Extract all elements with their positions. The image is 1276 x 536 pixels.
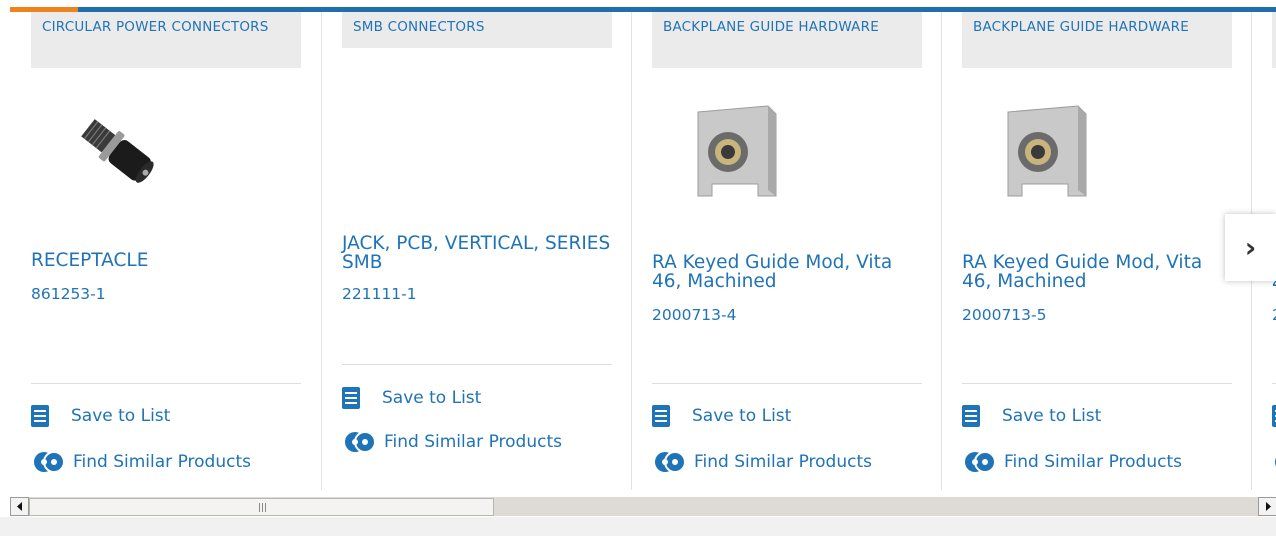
separator xyxy=(31,383,301,384)
product-name[interactable]: JACK, PCB, VERTICAL, SERIES SMB xyxy=(342,234,612,272)
category-label[interactable]: SMB CONNECTORS xyxy=(342,12,612,48)
chevron-right-icon: › xyxy=(1244,231,1257,264)
scroll-right-button[interactable] xyxy=(1258,497,1276,516)
save-to-list-label: Save to List xyxy=(382,388,482,408)
checklist-icon xyxy=(652,405,670,427)
separator xyxy=(342,364,612,365)
find-similar-label: Find Similar Products xyxy=(694,452,872,472)
find-similar-button[interactable]: Find Similar Products xyxy=(31,450,251,474)
find-similar-label: Find Similar Products xyxy=(384,432,562,452)
save-to-list-label: Save to List xyxy=(692,406,792,426)
guide-module-image[interactable] xyxy=(962,100,1232,220)
separator xyxy=(962,383,1232,384)
save-to-list-button[interactable]: Save to List xyxy=(342,386,481,410)
find-similar-label: Find Similar Products xyxy=(73,452,251,472)
product-card: BACKPLANE GUIDE HARDWARE RA Keyed Guide … xyxy=(631,12,942,490)
save-to-list-label: Save to List xyxy=(1002,406,1102,426)
part-number[interactable]: 2000713-5 xyxy=(962,306,1047,324)
guide-module-image[interactable] xyxy=(652,100,922,220)
arrow-right-icon xyxy=(1265,502,1271,511)
checklist-icon xyxy=(1272,405,1276,427)
find-similar-icon xyxy=(345,431,376,453)
grip-icon xyxy=(259,503,266,512)
footer-band xyxy=(0,517,1276,536)
find-similar-icon xyxy=(965,451,996,473)
checklist-icon xyxy=(342,387,360,409)
arrow-left-icon xyxy=(16,502,22,511)
checklist-icon xyxy=(962,405,980,427)
horizontal-scrollbar[interactable] xyxy=(10,497,1276,516)
product-card: CIRCULAR POWER CONNECTORS RECEPTACLE 861… xyxy=(10,12,322,490)
find-similar-icon xyxy=(34,451,65,473)
save-to-list-button[interactable]: Save to List xyxy=(652,404,791,428)
product-name[interactable]: RA Keyed Guide Mod, Vita 46, Machined xyxy=(652,253,922,291)
category-label[interactable]: BACKPLANE GUIDE HARDWARE xyxy=(652,12,922,68)
find-similar-label: Find Similar Products xyxy=(1004,452,1182,472)
category-label[interactable]: CIRCULAR POWER CONNECTORS xyxy=(31,12,301,68)
save-to-list-button[interactable]: Save to List xyxy=(31,404,170,428)
find-similar-icon xyxy=(655,451,686,473)
part-number[interactable]: 221111-1 xyxy=(342,285,417,303)
product-carousel: CIRCULAR POWER CONNECTORS RECEPTACLE 861… xyxy=(10,12,1276,492)
find-similar-icon xyxy=(1275,457,1276,467)
product-card: BACKPLANE GUIDE HARDWARE RA Keyed Guide … xyxy=(941,12,1252,490)
scroll-left-button[interactable] xyxy=(10,497,29,516)
product-name[interactable]: RA Keyed Guide Mod, Vita 46, Machined xyxy=(962,253,1232,291)
category-label[interactable]: BACKPLANE GUIDE HARDWARE xyxy=(962,12,1232,68)
scroll-thumb[interactable] xyxy=(29,498,494,516)
circular-connector-image[interactable] xyxy=(31,87,301,207)
separator xyxy=(652,383,922,384)
part-number[interactable]: 2000713-4 xyxy=(652,306,737,324)
find-similar-button[interactable] xyxy=(1272,450,1276,474)
save-to-list-label: Save to List xyxy=(71,406,171,426)
checklist-icon xyxy=(31,405,49,427)
save-to-list-button[interactable] xyxy=(1272,404,1276,428)
category-label[interactable] xyxy=(1272,12,1276,68)
carousel-next-button[interactable]: › xyxy=(1225,214,1276,281)
part-number[interactable]: 861253-1 xyxy=(31,285,106,303)
find-similar-button[interactable]: Find Similar Products xyxy=(962,450,1182,474)
save-to-list-button[interactable]: Save to List xyxy=(962,404,1101,428)
find-similar-button[interactable]: Find Similar Products xyxy=(652,450,872,474)
product-card: SMB CONNECTORS JACK, PCB, VERTICAL, SERI… xyxy=(321,12,632,490)
part-number[interactable]: 2 xyxy=(1272,306,1276,324)
separator xyxy=(1272,383,1276,384)
find-similar-button[interactable]: Find Similar Products xyxy=(342,430,562,454)
product-name[interactable]: RECEPTACLE xyxy=(31,251,301,270)
